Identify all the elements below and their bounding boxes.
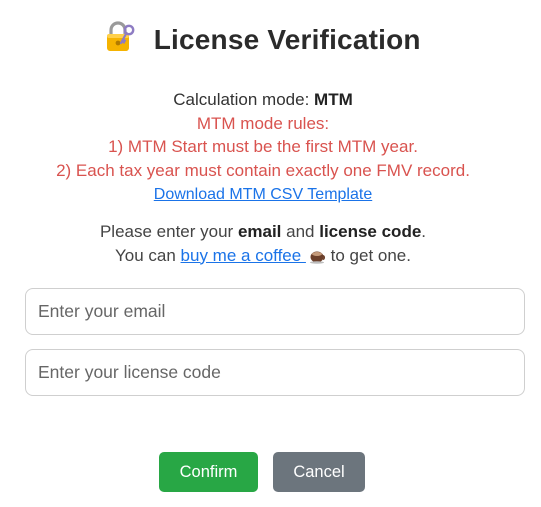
prompt-period: .: [421, 222, 427, 241]
prompt-email-label: email: [237, 222, 282, 241]
license-verification-dialog: License Verification Calculation mode: M…: [0, 0, 541, 507]
prompt-line-1: Please enter your email and license code…: [0, 220, 526, 244]
download-template-link[interactable]: Download MTM CSV Template: [154, 186, 372, 203]
license-code-field[interactable]: [25, 349, 525, 396]
prompt-prefix: Please enter your: [99, 222, 238, 241]
prompt-and: and: [281, 222, 320, 241]
calculation-mode-line: Calculation mode: MTM: [0, 88, 526, 112]
license-prompt: Please enter your email and license code…: [0, 220, 526, 267]
dialog-title: License Verification: [153, 24, 421, 55]
mode-info: Calculation mode: MTM MTM mode rules: 1)…: [0, 88, 526, 207]
buy-coffee-label: buy me a coffee: [180, 245, 306, 265]
prompt-license-label: license code: [319, 222, 422, 241]
prompt-line2-prefix: You can: [115, 245, 181, 265]
cancel-button[interactable]: Cancel: [273, 452, 365, 492]
rule-item-1: 1) MTM Start must be the first MTM year.: [108, 137, 418, 156]
prompt-line-2: You can buy me a coffee to get one.: [0, 244, 526, 268]
mode-label: Calculation mode:: [173, 90, 315, 109]
dialog-header: License Verification: [0, 21, 526, 64]
locked-with-key-icon: [105, 21, 135, 53]
rules-heading: MTM mode rules:: [196, 113, 330, 133]
confirm-button[interactable]: Confirm: [159, 452, 258, 492]
rule-item-2: 2) Each tax year must contain exactly on…: [56, 160, 470, 180]
coffee-cup-icon: [309, 247, 326, 264]
prompt-line2-suffix: to get one.: [325, 245, 411, 265]
mode-value: MTM: [314, 90, 353, 109]
email-field[interactable]: [25, 288, 525, 335]
buy-coffee-link[interactable]: buy me a coffee: [181, 246, 326, 265]
